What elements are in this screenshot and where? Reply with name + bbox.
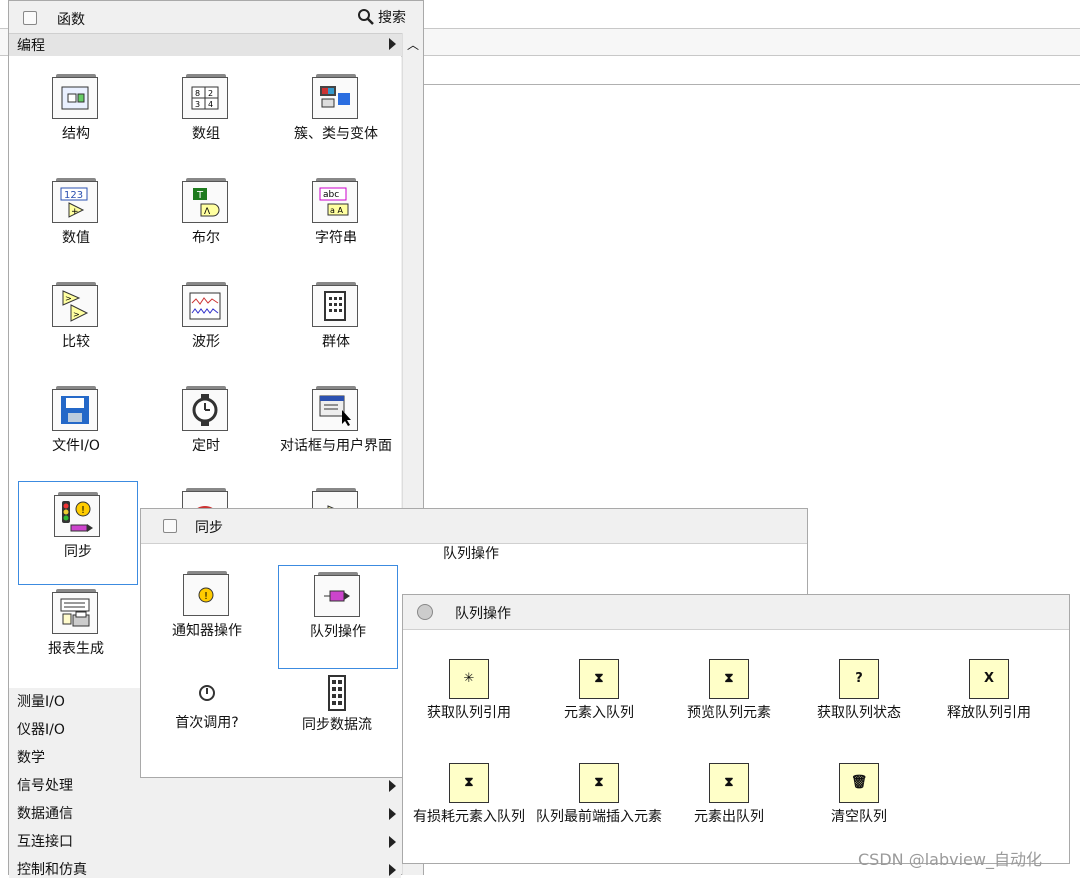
string-icon: abc a A xyxy=(312,178,360,224)
enqueue-front-icon: ⧗ xyxy=(579,763,619,803)
svg-text:a A: a A xyxy=(330,206,343,215)
pin-icon[interactable] xyxy=(417,604,433,620)
queue-operations-icon xyxy=(314,572,362,618)
subcategory-signal-processing[interactable]: 信号处理 xyxy=(17,772,73,800)
search-label: 搜索 xyxy=(378,10,406,26)
queue-item-release[interactable]: X 释放队列引用 xyxy=(924,659,1054,723)
palette-title: 函数 xyxy=(57,12,85,28)
submenu-arrow-icon xyxy=(389,780,396,792)
palette-item-report-generation[interactable]: 报表生成 xyxy=(12,589,140,659)
subcategory-instrument-io[interactable]: 仪器I/O xyxy=(17,716,65,744)
queue-item-enqueue[interactable]: ⧗ 元素入队列 xyxy=(534,659,664,723)
sync-item-sync-dataflow[interactable]: 同步数据流 xyxy=(273,675,401,735)
sync-item-notifier[interactable]: ! 通知器操作 xyxy=(143,571,271,641)
obtain-queue-icon: ✳ xyxy=(449,659,489,699)
preview-queue-icon: ⧗ xyxy=(709,659,749,699)
svg-text:!: ! xyxy=(81,505,85,516)
pin-icon[interactable] xyxy=(23,11,37,25)
svg-text:3: 3 xyxy=(195,100,200,109)
sync-title: 同步 xyxy=(195,520,223,536)
svg-text:>: > xyxy=(73,310,80,319)
timing-icon xyxy=(182,386,230,432)
waveform-icon xyxy=(182,282,230,328)
svg-text:>: > xyxy=(65,294,72,303)
sync-item-queue-operations[interactable]: 队列操作 xyxy=(278,565,398,669)
background-divider xyxy=(420,84,1080,85)
file-io-icon xyxy=(52,386,100,432)
palette-item-structures[interactable]: 结构 xyxy=(12,74,140,144)
subcategory-control-simulation[interactable]: 控制和仿真 xyxy=(17,856,87,884)
dequeue-icon: ⧗ xyxy=(709,763,749,803)
queue-status-icon: ? xyxy=(839,659,879,699)
report-generation-icon xyxy=(52,589,100,635)
palette-item-cluster[interactable]: 簇、类与变体 xyxy=(272,74,400,144)
search-button[interactable]: 搜索 xyxy=(357,5,419,29)
queue-item-obtain[interactable]: ✳ 获取队列引用 xyxy=(404,659,534,723)
lossy-enqueue-icon: ⧗ xyxy=(449,763,489,803)
queue-operations-palette: 队列操作 ✳ 获取队列引用 ⧗ 元素入队列 ⧗ 预览队列元素 ? 获取队列状态 … xyxy=(402,594,1070,864)
svg-text:8: 8 xyxy=(195,89,200,98)
category-label: 编程 xyxy=(17,38,45,54)
palette-item-collection[interactable]: 群体 xyxy=(272,282,400,352)
structures-icon xyxy=(52,74,100,120)
dialog-ui-icon xyxy=(312,386,360,432)
flush-queue-icon: 🗑 xyxy=(839,763,879,803)
svg-text:2: 2 xyxy=(208,89,213,98)
numeric-icon: 123 + xyxy=(52,178,100,224)
boolean-icon: TΛ xyxy=(182,178,230,224)
subcategory-measurement-io[interactable]: 测量I/O xyxy=(17,688,65,716)
queue-item-lossy-enqueue[interactable]: ⧗ 有损耗元素入队列 xyxy=(404,763,534,827)
array-icon: 8234 xyxy=(182,74,230,120)
scroll-up-icon[interactable]: ︿ xyxy=(403,33,423,55)
sync-dataflow-icon xyxy=(313,675,361,711)
svg-text:123: 123 xyxy=(64,190,83,201)
enqueue-icon: ⧗ xyxy=(579,659,619,699)
watermark: CSDN @labview_自动化 xyxy=(858,850,1042,869)
cluster-class-variant-icon xyxy=(312,74,360,120)
palette-item-string[interactable]: abc a A 字符串 xyxy=(272,178,400,248)
comparison-icon: > > xyxy=(52,282,100,328)
pin-icon[interactable] xyxy=(163,519,177,533)
sync-title-bar: 同步 xyxy=(141,509,807,544)
queue-item-dequeue[interactable]: ⧗ 元素出队列 xyxy=(664,763,794,827)
queue-title-bar: 队列操作 xyxy=(403,595,1069,630)
subcategory-math[interactable]: 数学 xyxy=(17,744,45,772)
notifier-icon: ! xyxy=(183,571,231,617)
queue-item-status[interactable]: ? 获取队列状态 xyxy=(794,659,924,723)
first-call-icon xyxy=(183,683,231,709)
svg-text:Λ: Λ xyxy=(204,207,211,217)
palette-item-dialog-ui[interactable]: 对话框与用户界面 xyxy=(272,386,400,456)
submenu-arrow-icon xyxy=(389,836,396,848)
palette-item-timing[interactable]: 定时 xyxy=(142,386,270,456)
svg-text:+: + xyxy=(71,207,79,217)
svg-text:T: T xyxy=(196,190,204,201)
palette-item-file-io[interactable]: 文件I/O xyxy=(12,386,140,456)
palette-item-boolean[interactable]: TΛ 布尔 xyxy=(142,178,270,248)
tooltip-label: 队列操作 xyxy=(443,546,499,562)
palette-item-array[interactable]: 8234 数组 xyxy=(142,74,270,144)
svg-text:abc: abc xyxy=(323,190,339,200)
subcategory-connectivity[interactable]: 互连接口 xyxy=(17,828,73,856)
subcategory-data-communication[interactable]: 数据通信 xyxy=(17,800,73,828)
submenu-arrow-icon xyxy=(389,808,396,820)
release-queue-icon: X xyxy=(969,659,1009,699)
sync-item-first-call[interactable]: 首次调用? xyxy=(143,683,271,733)
queue-item-flush[interactable]: 🗑 清空队列 xyxy=(794,763,924,827)
palette-item-comparison[interactable]: > > 比较 xyxy=(12,282,140,352)
submenu-arrow-icon xyxy=(389,864,396,876)
search-icon xyxy=(358,9,374,25)
svg-text:4: 4 xyxy=(208,100,213,109)
synchronization-icon: ! xyxy=(54,492,102,538)
palette-item-waveform[interactable]: 波形 xyxy=(142,282,270,352)
palette-title-bar: 函数 搜索 xyxy=(9,1,423,35)
collection-icon xyxy=(312,282,360,328)
palette-item-numeric[interactable]: 123 + 数值 xyxy=(12,178,140,248)
palette-item-synchronization[interactable]: ! 同步 xyxy=(18,481,138,585)
queue-item-preview[interactable]: ⧗ 预览队列元素 xyxy=(664,659,794,723)
submenu-arrow-icon xyxy=(389,38,396,50)
category-header[interactable]: 编程 xyxy=(9,33,423,57)
svg-text:!: ! xyxy=(204,591,208,602)
queue-title: 队列操作 xyxy=(455,606,511,622)
queue-item-enqueue-front[interactable]: ⧗ 队列最前端插入元素 xyxy=(534,763,664,827)
